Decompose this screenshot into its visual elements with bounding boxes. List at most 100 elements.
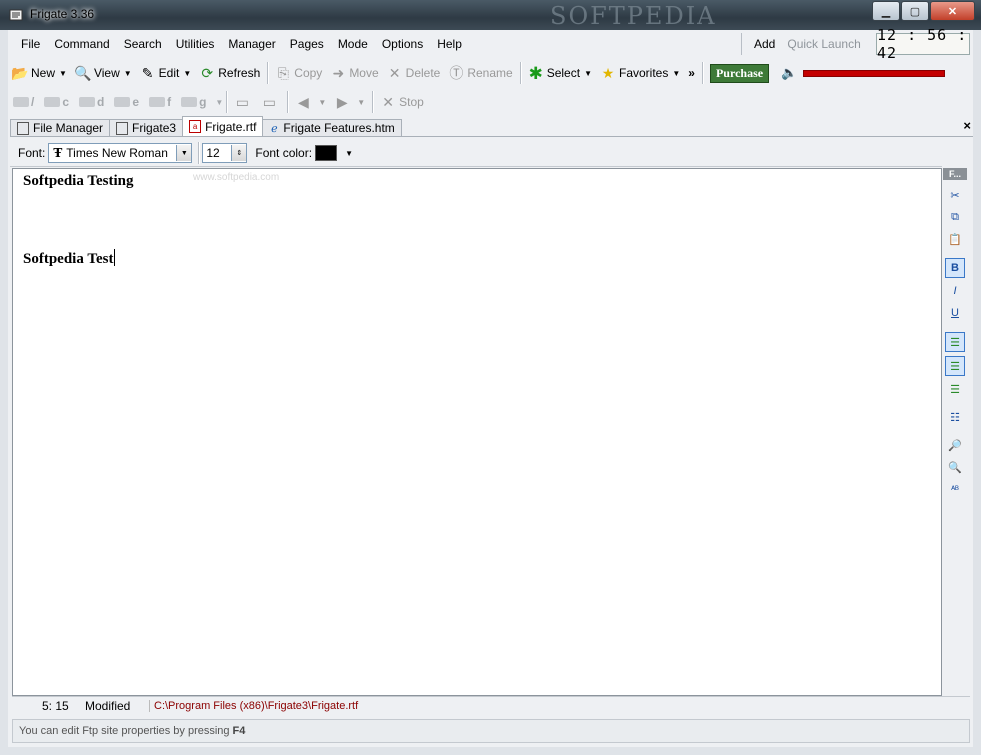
font-color-swatch[interactable] xyxy=(315,145,338,161)
speaker-icon: 🔈 xyxy=(781,65,798,80)
panel-icon xyxy=(116,121,129,135)
drives-chevron-down-icon[interactable]: ▼ xyxy=(215,98,223,107)
add-quick-launch-button[interactable]: Add xyxy=(754,37,775,51)
find-button[interactable]: 🔎 xyxy=(946,436,964,454)
menu-manager[interactable]: Manager xyxy=(221,37,282,51)
find-next-icon: 🔍 xyxy=(948,461,962,474)
drive-icon xyxy=(149,97,166,107)
drive-icon xyxy=(44,97,61,107)
back-button[interactable]: ◀ ▼ xyxy=(291,91,330,113)
copy-icon: ⎘ xyxy=(277,65,289,81)
font-size-spinner[interactable]: 12 ⇕ xyxy=(202,143,248,163)
menu-pages[interactable]: Pages xyxy=(283,37,331,51)
drive-d-button[interactable]: d xyxy=(79,95,104,109)
purchase-button[interactable]: Purchase xyxy=(709,63,770,83)
tab-label: Frigate3 xyxy=(132,121,177,135)
rename-button[interactable]: Ⓣ Rename xyxy=(444,62,516,84)
drive-e-button[interactable]: e xyxy=(114,95,139,109)
tab-file-manager[interactable]: File Manager xyxy=(10,119,111,136)
font-color-dropdown-icon[interactable]: ▼ xyxy=(345,149,353,158)
close-button[interactable]: ✕ xyxy=(930,1,975,21)
close-tab-button[interactable]: × xyxy=(963,118,971,133)
clipboard-icon: 📋 xyxy=(948,233,962,246)
format-side-panel: F... ✂ ⧉ 📋 B I U ☰ ☰ ☰ ☷ 🔎 🔍 ᴬᴮ xyxy=(942,168,968,694)
quick-launch-label: Quick Launch xyxy=(787,37,861,51)
maximize-button[interactable]: ▢ xyxy=(901,1,929,21)
copy-button[interactable]: ⎘ Copy xyxy=(271,62,326,84)
align-right-icon: ☰ xyxy=(950,383,960,396)
align-center-button[interactable]: ☰ xyxy=(945,356,965,376)
delete-icon: ✕ xyxy=(388,65,401,81)
drive-g-button[interactable]: g xyxy=(181,95,206,109)
chevron-down-icon: ▼ xyxy=(357,97,366,107)
bold-icon: B xyxy=(951,262,959,274)
magnifier-icon: 🔎 xyxy=(948,439,962,452)
toolbar-separator xyxy=(519,62,521,84)
menu-options[interactable]: Options xyxy=(375,37,430,51)
copy-text-button[interactable]: ⧉ xyxy=(946,208,964,226)
underline-button[interactable]: U xyxy=(946,304,964,322)
menu-file[interactable]: File xyxy=(14,37,47,51)
menu-search[interactable]: Search xyxy=(117,37,169,51)
align-left-button[interactable]: ☰ xyxy=(945,332,965,352)
minimize-button[interactable]: ▁ xyxy=(872,1,900,21)
toolbar-separator xyxy=(198,142,200,164)
find-next-button[interactable]: 🔍 xyxy=(946,458,964,476)
hint-text: You can edit Ftp site properties by pres… xyxy=(19,725,230,737)
new-folder-icon: 📂 xyxy=(11,65,29,81)
edit-icon: ✎ xyxy=(141,65,154,81)
folder-home-button[interactable]: ▭ xyxy=(257,91,284,113)
delete-label: Delete xyxy=(405,66,441,80)
folder-up-button[interactable]: ▭ xyxy=(230,91,257,113)
tab-frigate-rtf[interactable]: a Frigate.rtf xyxy=(182,116,264,136)
paste-button[interactable]: 📋 xyxy=(946,230,964,248)
toolbar-separator xyxy=(701,62,703,84)
chevron-down-icon: ▼ xyxy=(183,68,192,78)
stop-button[interactable]: ✕ Stop xyxy=(376,91,428,113)
toolbar-overflow-button[interactable]: » xyxy=(684,62,699,84)
font-size-value: 12 xyxy=(206,146,220,160)
refresh-button[interactable]: ⟳ Refresh xyxy=(195,62,264,84)
bold-button[interactable]: B xyxy=(945,258,965,278)
select-button[interactable]: ✱ Select ▼ xyxy=(524,62,596,84)
align-left-icon: ☰ xyxy=(950,336,960,349)
menu-help[interactable]: Help xyxy=(430,37,469,51)
replace-button[interactable]: ᴬᴮ xyxy=(946,480,964,498)
menu-command[interactable]: Command xyxy=(47,37,116,51)
tab-frigate3[interactable]: Frigate3 xyxy=(109,119,184,136)
drive-root-button[interactable]: / xyxy=(13,95,34,109)
folder-icon: ▭ xyxy=(235,94,249,110)
star-icon: ★ xyxy=(601,65,615,81)
asterisk-icon: ✱ xyxy=(528,63,543,83)
edit-button[interactable]: ✎ Edit ▼ xyxy=(136,62,196,84)
tab-frigate-features[interactable]: ℯ Frigate Features.htm xyxy=(262,119,402,136)
menu-utilities[interactable]: Utilities xyxy=(169,37,222,51)
move-button[interactable]: ➜ Move xyxy=(326,62,382,84)
drive-f-button[interactable]: f xyxy=(149,95,171,109)
hint-bar: You can edit Ftp site properties by pres… xyxy=(12,719,970,743)
view-icon: 🔍 xyxy=(74,65,92,81)
align-right-button[interactable]: ☰ xyxy=(946,380,964,398)
menu-mode[interactable]: Mode xyxy=(331,37,375,51)
drive-c-button[interactable]: c xyxy=(44,95,69,109)
bullets-button[interactable]: ☷ xyxy=(946,408,964,426)
stop-label: Stop xyxy=(399,95,424,109)
new-button[interactable]: 📂 New ▼ xyxy=(8,62,71,84)
favorites-button[interactable]: ★ Favorites ▼ xyxy=(596,62,684,84)
volume-slider[interactable] xyxy=(803,69,946,77)
delete-button[interactable]: ✕ Delete xyxy=(383,62,445,84)
italic-button[interactable]: I xyxy=(946,282,964,300)
title-bar[interactable]: SOFTPEDIA Frigate 3.36 ▁ ▢ ✕ xyxy=(0,0,981,30)
rich-text-editor[interactable]: www.softpedia.com Softpedia Testing Soft… xyxy=(12,168,942,696)
volume-control[interactable]: 🔈 xyxy=(781,65,946,81)
spin-arrows-icon[interactable]: ⇕ xyxy=(231,145,247,161)
forward-button[interactable]: ▶ ▼ xyxy=(330,91,369,113)
cut-button[interactable]: ✂ xyxy=(946,186,964,204)
panel-icon xyxy=(17,121,29,135)
drive-label: / xyxy=(31,95,35,109)
drives-toolbar: / c d e f g ▼ ▭ ▭ ◀ ▼ ▶ ▼ ✕ Stop xyxy=(8,88,973,116)
chevron-down-icon[interactable]: ▼ xyxy=(176,145,192,161)
drive-label: e xyxy=(132,95,140,109)
view-button[interactable]: 🔍 View ▼ xyxy=(71,62,136,84)
font-select[interactable]: Ŧ Times New Roman ▼ xyxy=(48,143,193,163)
